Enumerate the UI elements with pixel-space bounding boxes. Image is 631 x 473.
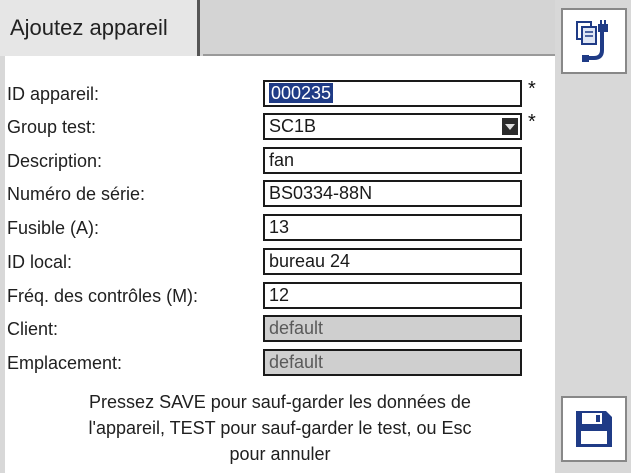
- description-label: Description:: [7, 151, 103, 171]
- row-client: Client: default: [5, 315, 555, 343]
- site-field: default: [263, 349, 522, 376]
- row-device-id: ID appareil: 000235 *: [5, 78, 555, 108]
- device-id-field[interactable]: 000235: [263, 80, 522, 107]
- fuse-value: 13: [269, 217, 290, 237]
- instruction-message: Pressez SAVE pour sauf-garder les donnée…: [15, 389, 545, 467]
- group-test-select[interactable]: SC1B: [263, 113, 522, 140]
- device-id-value: 000235: [269, 83, 334, 103]
- copy-device-button[interactable]: [561, 8, 627, 74]
- site-value: default: [269, 352, 324, 372]
- serial-number-label: Numéro de série:: [7, 184, 146, 204]
- message-line-2: l'appareil, TEST pour sauf-garder le tes…: [88, 418, 472, 438]
- row-location-id: ID local: bureau 24: [5, 248, 555, 276]
- location-id-label: ID local:: [7, 252, 73, 272]
- check-frequency-field[interactable]: 12: [263, 282, 522, 309]
- chevron-down-icon[interactable]: [502, 118, 518, 135]
- form-panel: ID appareil: 000235 * Group test: SC1B *…: [5, 56, 555, 473]
- device-id-label: ID appareil:: [7, 84, 100, 104]
- check-frequency-value: 12: [269, 285, 290, 305]
- tab-add-device[interactable]: Ajoutez appareil: [0, 0, 200, 56]
- site-label: Emplacement:: [7, 353, 123, 373]
- row-group-test: Group test: SC1B *: [5, 111, 555, 141]
- message-line-3: pour annuler: [229, 444, 331, 464]
- row-site: Emplacement: default: [5, 349, 555, 377]
- required-marker: *: [528, 111, 536, 133]
- message-line-1: Pressez SAVE pour sauf-garder les donnée…: [89, 392, 471, 412]
- row-serial-number: Numéro de série: BS0334-88N: [5, 180, 555, 208]
- client-label: Client:: [7, 319, 59, 339]
- description-value: fan: [269, 150, 295, 170]
- fuse-field[interactable]: 13: [263, 214, 522, 241]
- group-test-value: SC1B: [269, 116, 317, 136]
- row-description: Description: fan: [5, 147, 555, 175]
- row-fuse: Fusible (A): 13: [5, 214, 555, 242]
- serial-number-value: BS0334-88N: [269, 183, 373, 203]
- client-field: default: [263, 315, 522, 342]
- location-id-field[interactable]: bureau 24: [263, 248, 522, 275]
- device-screen: Ajoutez appareil ID appareil: 000235 * G…: [0, 0, 631, 473]
- serial-number-field[interactable]: BS0334-88N: [263, 180, 522, 207]
- description-field[interactable]: fan: [263, 147, 522, 174]
- client-value: default: [269, 318, 324, 338]
- group-test-label: Group test:: [7, 117, 97, 137]
- tab-label: Ajoutez appareil: [10, 15, 168, 40]
- tab-strip: [200, 0, 555, 56]
- required-marker: *: [528, 78, 536, 100]
- check-frequency-label: Fréq. des contrôles (M):: [7, 286, 199, 306]
- location-id-value: bureau 24: [269, 251, 351, 271]
- floppy-save-icon: [576, 411, 612, 447]
- save-button[interactable]: [561, 396, 627, 462]
- row-check-frequency: Fréq. des contrôles (M): 12: [5, 282, 555, 310]
- copy-device-icon: [576, 20, 608, 62]
- fuse-label: Fusible (A):: [7, 218, 100, 238]
